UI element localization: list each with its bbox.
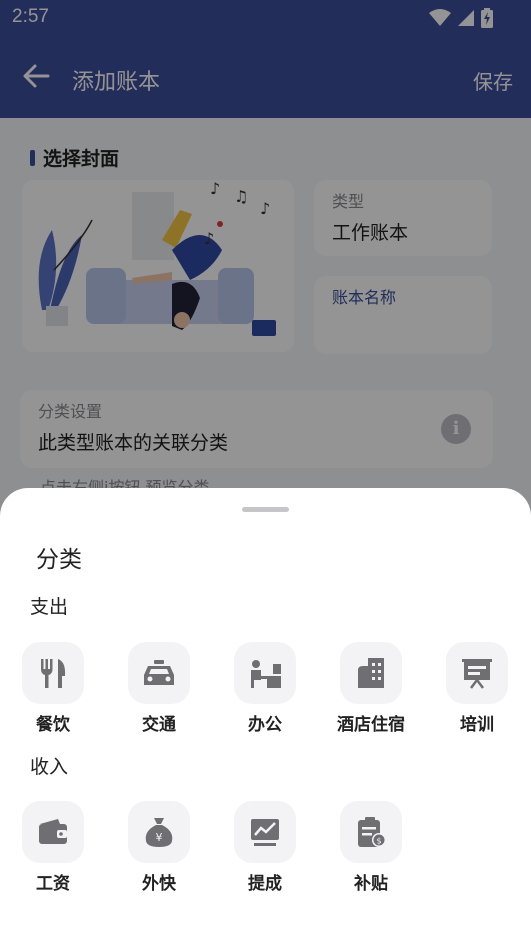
wallet-icon	[39, 819, 67, 844]
category-item-hotel[interactable]: 酒店住宿	[326, 642, 416, 735]
category-tile	[446, 642, 508, 704]
category-tile	[22, 642, 84, 704]
category-name: 餐饮	[36, 715, 70, 735]
category-item-side-income[interactable]: ¥ 外快	[114, 801, 204, 894]
office-desk-icon	[251, 660, 281, 688]
taxi-icon	[144, 660, 174, 685]
category-tile	[234, 642, 296, 704]
category-item-commission[interactable]: 提成	[220, 801, 310, 894]
category-tile	[22, 801, 84, 863]
category-tile	[234, 801, 296, 863]
category-name: 办公	[248, 715, 282, 735]
utensils-icon	[41, 659, 66, 688]
category-name: 外快	[142, 874, 176, 894]
category-item-training[interactable]: 培训	[432, 642, 522, 735]
category-tile	[340, 642, 402, 704]
presentation-board-icon	[462, 659, 492, 689]
category-item-office[interactable]: 办公	[220, 642, 310, 735]
expense-group-label: 支出	[30, 596, 69, 618]
drag-handle[interactable]	[242, 507, 289, 512]
category-tile: ¥	[128, 801, 190, 863]
category-tile	[128, 642, 190, 704]
category-item-allowance[interactable]: $ 补贴	[326, 801, 416, 894]
category-name: 酒店住宿	[337, 715, 405, 735]
category-name: 补贴	[354, 874, 388, 894]
category-name: 工资	[36, 874, 70, 894]
allowance-clipboard-icon: $	[358, 817, 386, 847]
category-name: 交通	[142, 715, 176, 735]
money-bag-icon: ¥	[145, 818, 173, 847]
hotel-icon	[358, 658, 384, 688]
sheet-title: 分类	[36, 547, 82, 573]
category-name: 培训	[460, 715, 494, 735]
income-group-label: 收入	[30, 756, 69, 778]
category-item-salary[interactable]: 工资	[8, 801, 98, 894]
category-item-transport[interactable]: 交通	[114, 642, 204, 735]
category-bottom-sheet: 分类 支出 餐饮 交通 办公 酒店住宿 培训 收入 工资 ¥ 外快 提成 $ 补…	[0, 488, 531, 944]
category-name: 提成	[248, 874, 282, 894]
category-tile: $	[340, 801, 402, 863]
category-item-dining[interactable]: 餐饮	[8, 642, 98, 735]
svg-text:$: $	[376, 837, 381, 846]
svg-text:¥: ¥	[156, 831, 163, 844]
trend-chart-icon	[251, 819, 279, 846]
